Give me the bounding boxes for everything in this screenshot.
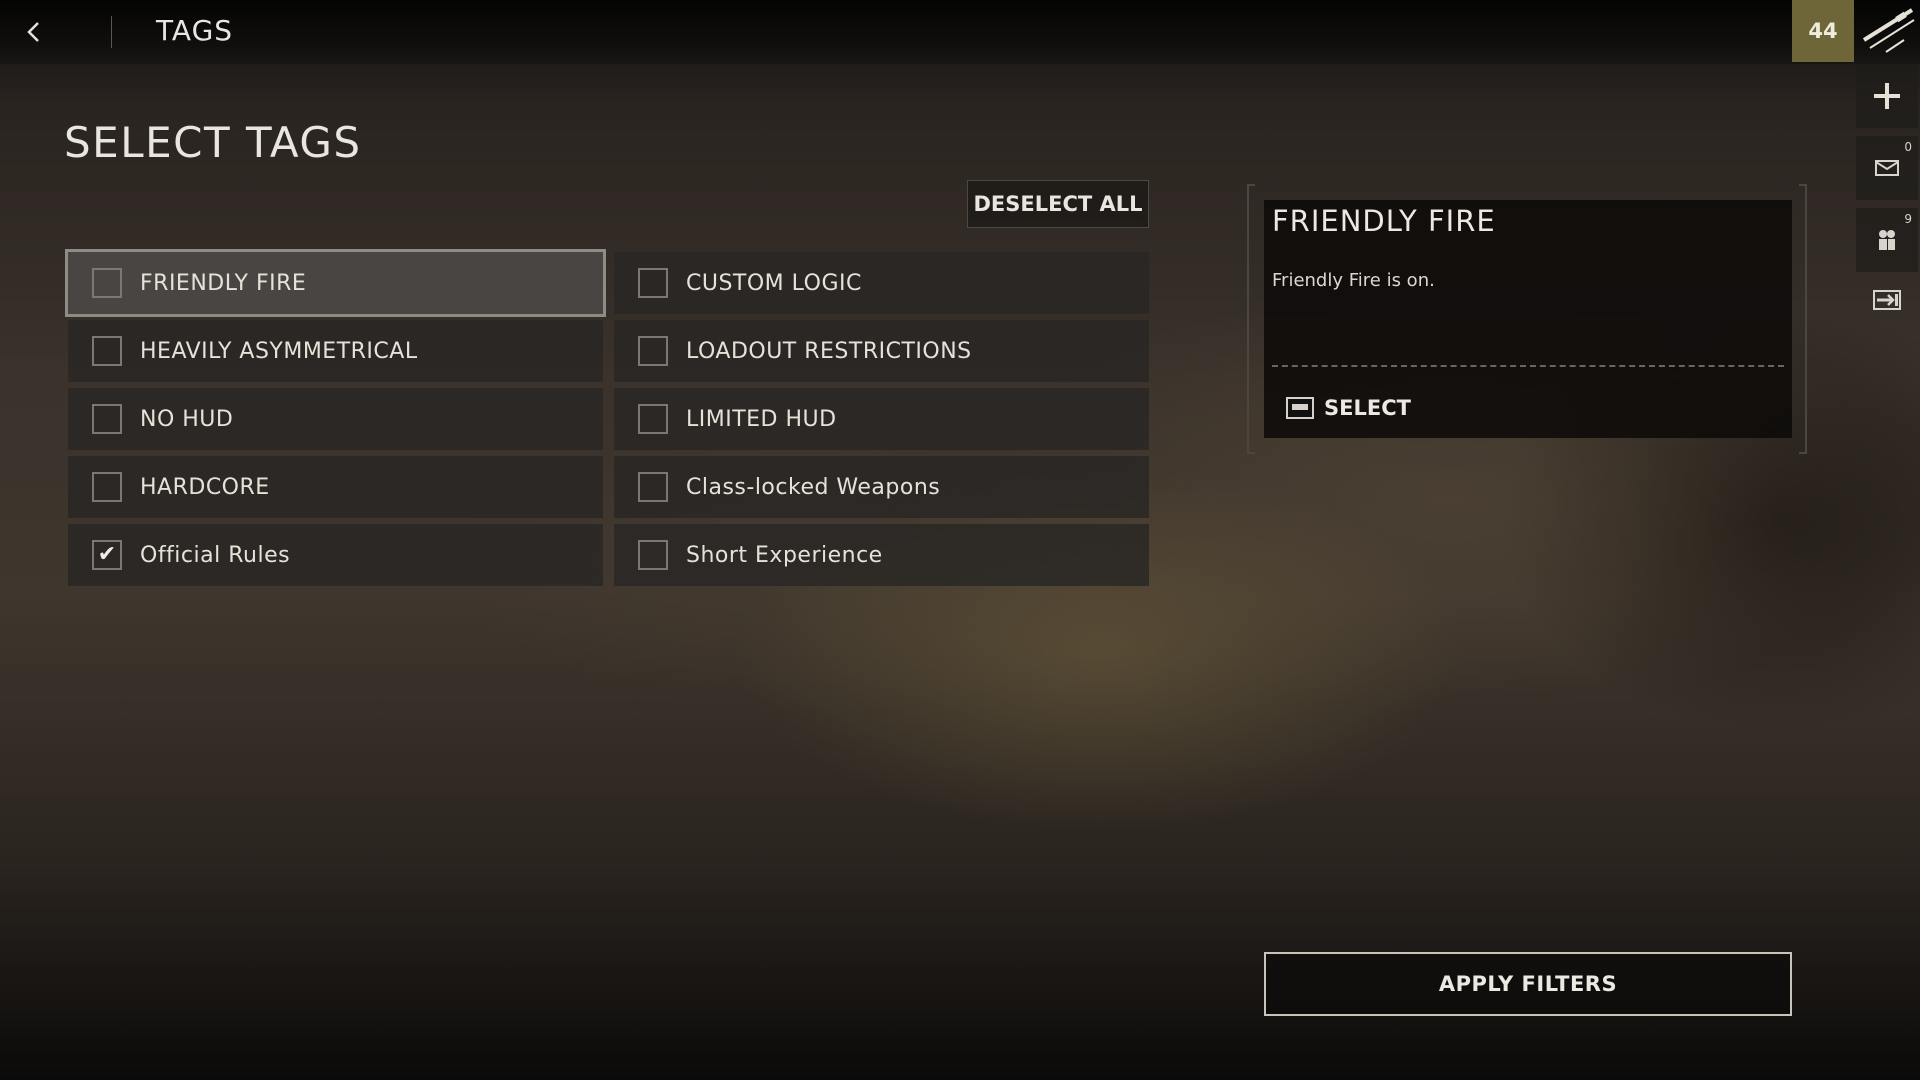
exit-icon bbox=[1873, 290, 1901, 310]
detail-description: Friendly Fire is on. bbox=[1272, 270, 1435, 291]
frame-bracket-right bbox=[1799, 184, 1807, 454]
checkbox[interactable] bbox=[638, 404, 668, 434]
tag-label: HARDCORE bbox=[140, 474, 270, 500]
tag-label: NO HUD bbox=[140, 406, 234, 432]
tag-option[interactable]: HEAVILY ASYMMETRICAL bbox=[68, 320, 603, 382]
tag-label: LOADOUT RESTRICTIONS bbox=[686, 338, 972, 364]
mail-count: 0 bbox=[1904, 140, 1912, 154]
tag-label: HEAVILY ASYMMETRICAL bbox=[140, 338, 418, 364]
tag-label: Official Rules bbox=[140, 542, 291, 568]
checkbox[interactable] bbox=[92, 404, 122, 434]
select-label: SELECT bbox=[1324, 396, 1411, 420]
rifle-glyph bbox=[1862, 8, 1915, 53]
checkbox[interactable] bbox=[92, 336, 122, 366]
tag-option[interactable]: LIMITED HUD bbox=[614, 388, 1149, 450]
checkmark-icon: ✔ bbox=[97, 542, 117, 567]
deselect-all-button[interactable]: DESELECT ALL bbox=[967, 180, 1149, 228]
select-prompt[interactable]: SELECT bbox=[1286, 396, 1411, 420]
tag-option[interactable]: Class-locked Weapons bbox=[614, 456, 1149, 518]
tag-label: CUSTOM LOGIC bbox=[686, 270, 862, 296]
tag-option[interactable]: CUSTOM LOGIC bbox=[614, 252, 1149, 314]
squad-count: 9 bbox=[1904, 212, 1912, 226]
apply-filters-button[interactable]: APPLY FILTERS bbox=[1264, 952, 1792, 1016]
page-title: SELECT TAGS bbox=[64, 118, 362, 167]
detail-panel: FRIENDLY FIRE Friendly Fire is on. SELEC… bbox=[1264, 200, 1792, 438]
rank-badge[interactable]: 44 bbox=[1792, 0, 1854, 62]
chevron-left-icon bbox=[27, 22, 39, 42]
frame-bracket-left bbox=[1247, 184, 1255, 454]
tag-label: Class-locked Weapons bbox=[686, 474, 941, 500]
squad-icon bbox=[1879, 230, 1895, 250]
tag-label: Short Experience bbox=[686, 542, 883, 568]
checkbox[interactable] bbox=[638, 336, 668, 366]
tag-option[interactable]: ✔ Official Rules bbox=[68, 524, 603, 586]
tag-option[interactable]: HARDCORE bbox=[68, 456, 603, 518]
mail-button[interactable]: 0 bbox=[1856, 136, 1918, 200]
side-rail: 0 9 bbox=[1856, 64, 1920, 328]
checkbox-checked[interactable]: ✔ bbox=[92, 540, 122, 570]
tag-label: FRIENDLY FIRE bbox=[140, 270, 307, 296]
keyboard-key-icon bbox=[1286, 397, 1314, 419]
rifle-icon[interactable] bbox=[1856, 0, 1920, 64]
detail-title: FRIENDLY FIRE bbox=[1272, 204, 1496, 238]
checkbox[interactable] bbox=[638, 540, 668, 570]
plus-icon bbox=[1874, 83, 1900, 109]
checkbox[interactable] bbox=[92, 268, 122, 298]
exit-button[interactable] bbox=[1856, 280, 1918, 320]
topbar-divider bbox=[111, 16, 112, 48]
checkbox[interactable] bbox=[638, 472, 668, 502]
tag-option[interactable]: NO HUD bbox=[68, 388, 603, 450]
tag-option[interactable]: LOADOUT RESTRICTIONS bbox=[614, 320, 1149, 382]
checkbox[interactable] bbox=[638, 268, 668, 298]
detail-separator bbox=[1272, 365, 1784, 367]
top-bar: TAGS bbox=[0, 0, 1920, 64]
add-button[interactable] bbox=[1856, 64, 1918, 128]
tag-option[interactable]: FRIENDLY FIRE bbox=[65, 249, 606, 317]
tag-label: LIMITED HUD bbox=[686, 406, 837, 432]
mail-icon bbox=[1875, 160, 1899, 176]
squad-button[interactable]: 9 bbox=[1856, 208, 1918, 272]
checkbox[interactable] bbox=[92, 472, 122, 502]
topbar-title: TAGS bbox=[156, 14, 234, 47]
tag-option[interactable]: Short Experience bbox=[614, 524, 1149, 586]
back-button[interactable] bbox=[16, 14, 52, 50]
tag-grid: FRIENDLY FIRE CUSTOM LOGIC HEAVILY ASYMMET… bbox=[65, 249, 1149, 586]
